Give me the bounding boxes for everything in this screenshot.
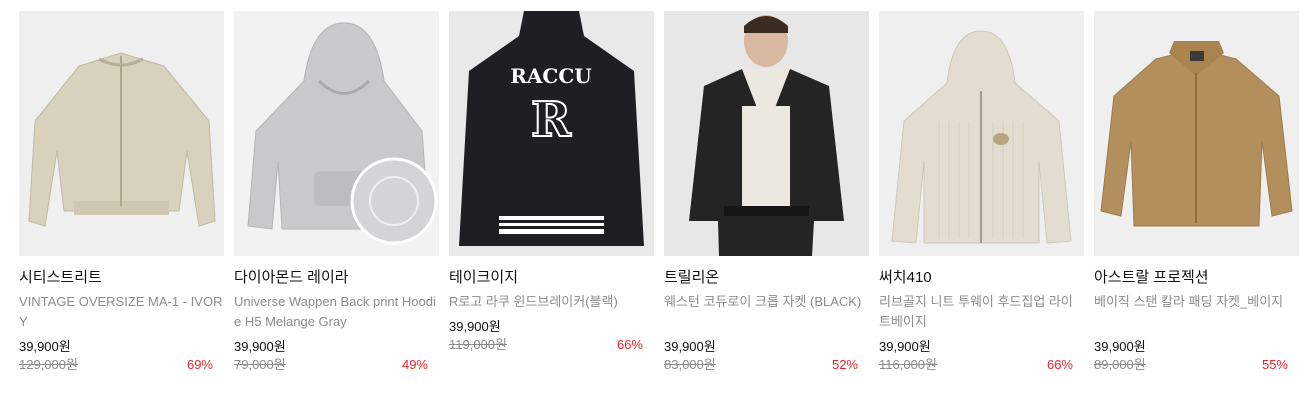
brand-name[interactable]: 시티스트리트 (19, 269, 224, 287)
product-name[interactable]: Universe Wappen Back print Hoodie H5 Mel… (234, 292, 439, 332)
brand-name[interactable]: 트릴리온 (664, 269, 869, 287)
product-card[interactable]: RACCU R 테이크이지 R로고 라쿠 윈드브레이커(블랙) 39,900원 … (449, 11, 654, 376)
svg-text:R: R (531, 92, 572, 148)
discount-rate: 52% (831, 357, 858, 372)
discount-rate: 66% (1046, 357, 1073, 372)
product-card[interactable]: 다이아몬드 레이라 Universe Wappen Back print Hoo… (234, 11, 439, 376)
product-name[interactable]: 웨스턴 코듀로이 크롭 자켓 (BLACK) (664, 292, 869, 332)
brand-name[interactable]: 써치410 (879, 269, 1084, 287)
product-image[interactable]: RACCU R (449, 11, 654, 256)
product-name[interactable]: R로고 라쿠 윈드브레이커(블랙) (449, 292, 654, 312)
price-block: 39,900원 129,000원 69% (19, 338, 224, 376)
price-block: 39,900원 119,000원 66% (449, 318, 654, 356)
sale-price: 39,900원 (664, 339, 716, 354)
sale-price: 39,900원 (449, 319, 501, 334)
product-card[interactable]: 트릴리온 웨스턴 코듀로이 크롭 자켓 (BLACK) 39,900원 83,0… (664, 11, 869, 376)
product-image[interactable] (19, 11, 224, 256)
brand-name[interactable]: 다이아몬드 레이라 (234, 269, 439, 287)
price-block: 39,900원 83,000원 52% (664, 338, 869, 376)
discount-rate: 55% (1261, 357, 1288, 372)
product-name[interactable]: VINTAGE OVERSIZE MA-1 - IVORY (19, 292, 224, 332)
brand-name[interactable]: 아스트랄 프로젝션 (1094, 269, 1299, 287)
price-block: 39,900원 79,000원 49% (234, 338, 439, 376)
svg-text:RACCU: RACCU (510, 64, 591, 88)
discount-rate: 69% (186, 357, 213, 372)
price-block: 39,900원 116,000원 66% (879, 338, 1084, 376)
sale-price: 39,900원 (19, 339, 71, 354)
price-block: 39,900원 89,000원 55% (1094, 338, 1299, 376)
product-image[interactable] (879, 11, 1084, 256)
sale-price: 39,900원 (234, 339, 286, 354)
product-image[interactable] (234, 11, 439, 256)
discount-rate: 49% (401, 357, 428, 372)
sale-price: 39,900원 (879, 339, 931, 354)
product-card[interactable]: 아스트랄 프로젝션 베이직 스탠 칼라 패딩 자켓_베이지 39,900원 89… (1094, 11, 1299, 376)
discount-rate: 66% (616, 337, 643, 352)
product-card[interactable]: 써치410 리브골지 니트 투웨이 후드집업 라이트베이지 39,900원 11… (879, 11, 1084, 376)
product-name[interactable]: 베이직 스탠 칼라 패딩 자켓_베이지 (1094, 292, 1299, 332)
product-card[interactable]: 시티스트리트 VINTAGE OVERSIZE MA-1 - IVORY 39,… (19, 11, 224, 376)
product-grid: 시티스트리트 VINTAGE OVERSIZE MA-1 - IVORY 39,… (19, 11, 1299, 376)
sale-price: 39,900원 (1094, 339, 1146, 354)
product-name[interactable]: 리브골지 니트 투웨이 후드집업 라이트베이지 (879, 292, 1084, 332)
product-image[interactable] (1094, 11, 1299, 256)
brand-name[interactable]: 테이크이지 (449, 269, 654, 287)
product-image[interactable] (664, 11, 869, 256)
